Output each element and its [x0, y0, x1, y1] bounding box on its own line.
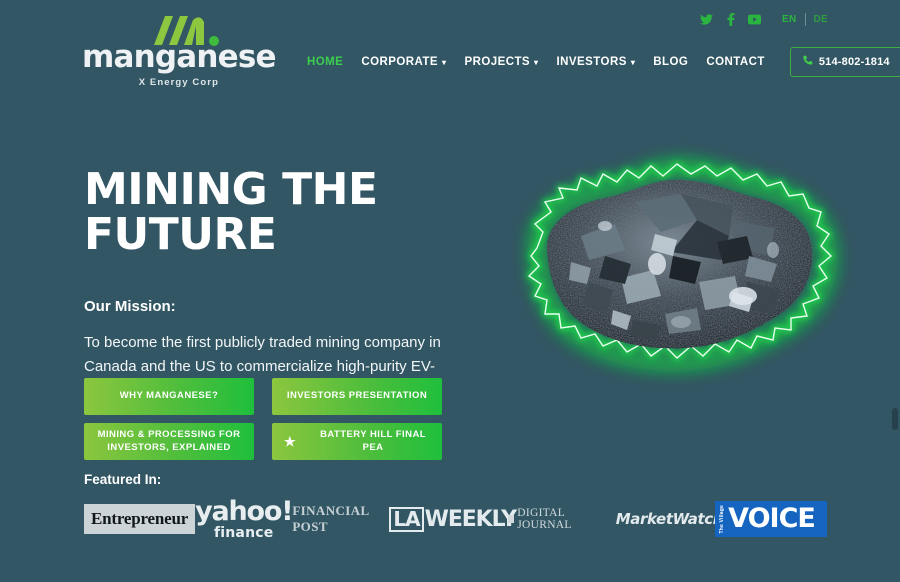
phone-button[interactable]: 514-802-1814	[789, 47, 900, 77]
digital-journal-logo[interactable]: DIGITAL JOURNAL	[507, 498, 616, 540]
la-box-text: LA	[389, 506, 424, 532]
nav-label: PROJECTS	[464, 56, 531, 68]
cta-button-grid: WHY MANGANESE? INVESTORS PRESENTATION MI…	[84, 378, 442, 460]
chevron-down-icon: ▾	[441, 58, 447, 67]
featured-logos: Entrepreneur yahoo! finance FINANCIAL PO…	[84, 496, 828, 541]
voice-text: VOICE	[728, 503, 816, 535]
nav-label: BLOG	[653, 56, 689, 68]
yahoo-text: yahoo!	[195, 496, 293, 527]
chevron-down-icon: ▾	[534, 58, 539, 67]
phone-icon	[802, 55, 813, 69]
nav-label: CORPORATE	[361, 56, 438, 68]
chevron-down-icon: ▾	[630, 58, 636, 67]
nav-item-blog[interactable]: BLOG	[644, 56, 697, 68]
site-header: manganese X Energy Corp HOME CORPORATE ▾…	[0, 0, 900, 92]
hero-content: MINING THE FUTURE Our Mission: To become…	[84, 164, 484, 404]
logo-wordmark: manganese	[82, 39, 277, 75]
nav-item-investors[interactable]: INVESTORS ▾	[548, 56, 645, 68]
investors-presentation-button[interactable]: INVESTORS PRESENTATION	[272, 378, 442, 415]
the-village-text: The Village	[718, 504, 725, 534]
phone-number: 514-802-1814	[818, 56, 890, 68]
digital-journal-wordmark: DIGITAL JOURNAL	[507, 507, 616, 531]
nav-item-contact[interactable]: CONTACT	[697, 56, 774, 68]
square-bullet-icon	[507, 515, 515, 523]
mission-label: Our Mission:	[84, 297, 176, 315]
nav-label: INVESTORS	[556, 56, 627, 68]
yahoo-finance-logo[interactable]: yahoo! finance	[195, 496, 293, 541]
financial-post-wordmark: FINANCIAL POST	[292, 503, 369, 534]
logo-tagline: X Energy Corp	[138, 77, 219, 88]
manganese-m-mark-icon	[148, 12, 222, 46]
mining-processing-explained-button[interactable]: MINING & PROCESSING FOR INVESTORS, EXPLA…	[84, 423, 254, 460]
marketwatch-logo[interactable]: MarketWatch	[615, 498, 724, 540]
la-weekly-wordmark: LA WEEKLY	[389, 506, 517, 532]
scrollbar-thumb[interactable]	[892, 408, 898, 430]
entrepreneur-wordmark: Entrepreneur	[84, 504, 196, 534]
page-title: MINING THE FUTURE	[84, 164, 378, 260]
village-voice-wordmark: The Village VOICE	[714, 500, 828, 538]
nav-label: CONTACT	[706, 56, 765, 68]
nav-item-corporate[interactable]: CORPORATE ▾	[352, 56, 455, 68]
hero-ore-image	[485, 132, 875, 407]
la-weekly-logo[interactable]: LA WEEKLY	[389, 498, 517, 540]
weekly-text: WEEKLY	[424, 506, 517, 532]
site-logo[interactable]: manganese X Energy Corp	[82, 12, 277, 88]
battery-hill-final-pea-button[interactable]: ★ BATTERY HILL FINAL PEA	[272, 423, 442, 460]
marketwatch-wordmark: MarketWatch	[615, 510, 724, 528]
page-scrollbar[interactable]	[892, 0, 900, 582]
nav-item-projects[interactable]: PROJECTS ▾	[455, 56, 547, 68]
finance-text: finance	[213, 525, 274, 541]
star-icon: ★	[284, 434, 297, 449]
village-voice-logo[interactable]: The Village VOICE	[714, 498, 828, 540]
nav-item-home[interactable]: HOME	[298, 56, 352, 68]
main-navigation: HOME CORPORATE ▾ PROJECTS ▾ INVESTORS ▾ …	[298, 47, 900, 77]
featured-in-label: Featured In:	[84, 472, 162, 487]
entrepreneur-logo[interactable]: Entrepreneur	[84, 498, 196, 540]
why-manganese-button[interactable]: WHY MANGANESE?	[84, 378, 254, 415]
digital-journal-text: DIGITAL JOURNAL	[517, 507, 572, 531]
yahoo-wordmark: yahoo! finance	[195, 496, 293, 541]
financial-post-logo[interactable]: FINANCIAL POST	[292, 498, 397, 540]
battery-hill-label: BATTERY HILL FINAL PEA	[320, 429, 427, 453]
nav-label: HOME	[307, 56, 344, 68]
